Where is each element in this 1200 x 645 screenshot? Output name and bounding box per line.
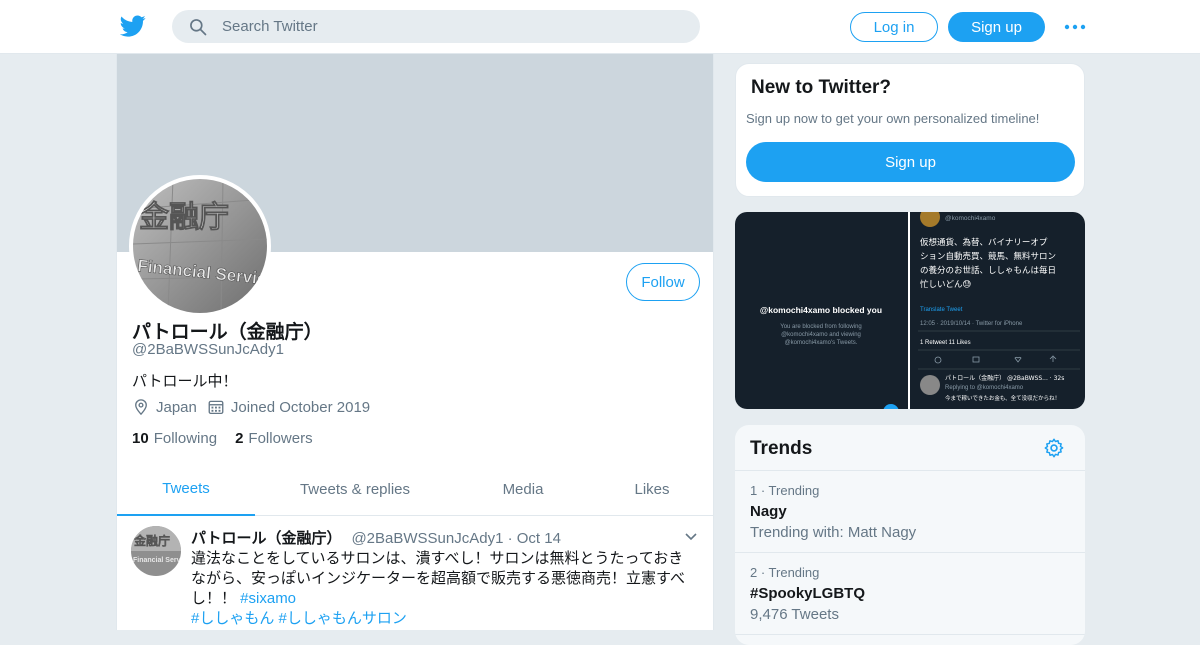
tweet-header: パトロール（金融庁） @2BaBWSSunJcAdy1 · Oct 14 <box>191 527 561 548</box>
search-bar[interactable] <box>172 10 700 43</box>
following-count: 10 <box>132 430 149 447</box>
search-icon <box>190 18 207 35</box>
svg-text:1 Retweet 11 Likes: 1 Retweet 11 Likes <box>920 340 971 346</box>
svg-text:Financial Servic: Financial Servic <box>133 557 181 564</box>
tweet-text: 違法なことをしているサロンは、潰すべし！サロンは無料とうたっておきながら、安っぽ… <box>191 549 697 629</box>
new-to-twitter-card: New to Twitter? Sign up now to get your … <box>735 63 1085 197</box>
svg-text:@komochi4xamo blocked you: @komochi4xamo blocked you <box>760 305 882 315</box>
profile-stats: 10 Following 2 Followers <box>132 430 331 447</box>
followers-count: 2 <box>235 430 244 447</box>
trends-card: Trends 1 · Trending Nagy Trending with: … <box>735 425 1085 645</box>
profile-avatar[interactable]: 金融庁 Financial Servic <box>129 175 271 317</box>
location-icon <box>135 399 147 416</box>
tweet-author-name[interactable]: パトロール（金融庁） <box>191 527 341 548</box>
profile-meta: Japan Joined October 2019 <box>132 398 380 416</box>
signup-button[interactable]: Sign up <box>948 12 1045 42</box>
svg-text:ション自動売買、競馬、無料サロン: ション自動売買、競馬、無料サロン <box>920 251 1056 262</box>
profile-column: 金融庁 Financial Servic Follow パトロール（金融庁） @… <box>116 54 714 630</box>
more-dots-icon[interactable] <box>1063 16 1087 38</box>
new-to-twitter-title: New to Twitter? <box>751 77 892 98</box>
profile-joined: Joined October 2019 <box>230 398 371 416</box>
svg-text:Translate Tweet: Translate Tweet <box>920 307 963 313</box>
svg-text:12:05 · 2019/10/14 · Twitter f: 12:05 · 2019/10/14 · Twitter for iPhone <box>920 321 1023 327</box>
login-button[interactable]: Log in <box>850 12 938 42</box>
svg-text:@komochi4xamo's Tweets.: @komochi4xamo's Tweets. <box>785 340 858 346</box>
tweet-item[interactable]: 金融庁 Financial Servic パトロール（金融庁） @2BaBWSS… <box>117 516 713 630</box>
followers-stat[interactable]: 2 Followers <box>235 430 313 447</box>
avatar-building-image: 金融庁 Financial Servic <box>133 179 267 313</box>
search-input[interactable] <box>222 18 662 35</box>
svg-text:仮想通貨、為替、バイナリーオプ: 仮想通貨、為替、バイナリーオプ <box>920 237 1048 248</box>
media-thumbnails[interactable]: @komochi4xamo blocked you You are blocke… <box>735 212 1085 409</box>
svg-text:今まで稼いできたお金も、全て没収だからね！: 今まで稼いできたお金も、全て没収だからね！ <box>945 394 1060 402</box>
tweet-avatar[interactable]: 金融庁 Financial Servic <box>131 526 181 576</box>
hashtag-link[interactable]: #ししゃもん <box>191 610 274 627</box>
media-screenshots: @komochi4xamo blocked you You are blocke… <box>735 212 1085 409</box>
tweet-avatar-image: 金融庁 Financial Servic <box>131 526 181 576</box>
svg-text:忙しいどん😓: 忙しいどん😓 <box>920 279 971 290</box>
twitter-bird-icon[interactable] <box>120 13 146 39</box>
tab-tweets[interactable]: Tweets <box>117 462 255 516</box>
profile-bio: パトロール中！ <box>132 373 238 390</box>
profile-name: パトロール（金融庁） <box>132 322 323 343</box>
svg-text:@komochi4xamo and viewing: @komochi4xamo and viewing <box>781 332 861 338</box>
trend-context: 9,476 Tweets <box>750 606 839 623</box>
tweet-handle-date[interactable]: @2BaBWSSunJcAdy1 · Oct 14 <box>351 530 560 547</box>
profile-handle: @2BaBWSSunJcAdy1 <box>132 341 284 358</box>
trends-title: Trends <box>750 438 813 459</box>
new-to-twitter-text: Sign up now to get your own personalized… <box>746 111 1040 126</box>
following-label: Following <box>153 430 218 447</box>
trend-name[interactable]: Nagy <box>750 503 787 520</box>
trend-name[interactable]: #SpookyLGBTQ <box>750 585 865 602</box>
trend-meta: 2 · Trending <box>750 565 820 580</box>
chevron-down-icon[interactable] <box>683 528 699 544</box>
gear-icon[interactable] <box>1043 437 1065 459</box>
svg-text:金融庁: 金融庁 <box>138 200 229 235</box>
sidebar-signup-button[interactable]: Sign up <box>746 142 1075 182</box>
tab-likes[interactable]: Likes <box>591 462 713 516</box>
trend-item[interactable]: 1 · Trending Nagy Trending with: Matt Na… <box>735 471 1085 553</box>
follow-button[interactable]: Follow <box>626 263 700 301</box>
trends-header: Trends <box>735 425 1085 471</box>
svg-text:の養分のお世話、ししゃもんは毎日: の養分のお世話、ししゃもんは毎日 <box>920 265 1056 276</box>
svg-text:パトロール（金融庁） @2BaBWSS... · 32s: パトロール（金融庁） @2BaBWSS... · 32s <box>945 374 1064 382</box>
trend-context: Trending with: Matt Nagy <box>750 524 917 541</box>
hashtag-link[interactable]: #ししゃもんサロン <box>279 610 407 627</box>
trend-meta: 1 · Trending <box>750 483 820 498</box>
calendar-icon <box>208 400 224 415</box>
trend-item[interactable]: 2 · Trending #SpookyLGBTQ 9,476 Tweets <box>735 553 1085 635</box>
hashtag-link[interactable]: #sixamo <box>240 590 296 607</box>
top-navigation-bar: Log in Sign up <box>0 0 1200 54</box>
svg-text:金融庁: 金融庁 <box>133 533 170 548</box>
svg-text:@komochi4xamo: @komochi4xamo <box>945 215 996 222</box>
profile-tabs: Tweets Tweets & replies Media Likes <box>117 462 713 516</box>
following-stat[interactable]: 10 Following <box>132 430 217 447</box>
svg-text:You are blocked from following: You are blocked from following <box>780 324 862 330</box>
profile-location: Japan <box>156 398 197 416</box>
tab-tweets-and-replies[interactable]: Tweets & replies <box>255 462 455 516</box>
followers-label: Followers <box>248 430 313 447</box>
tab-media[interactable]: Media <box>455 462 591 516</box>
svg-text:Replying to @komochi4xamo: Replying to @komochi4xamo <box>945 385 1024 391</box>
